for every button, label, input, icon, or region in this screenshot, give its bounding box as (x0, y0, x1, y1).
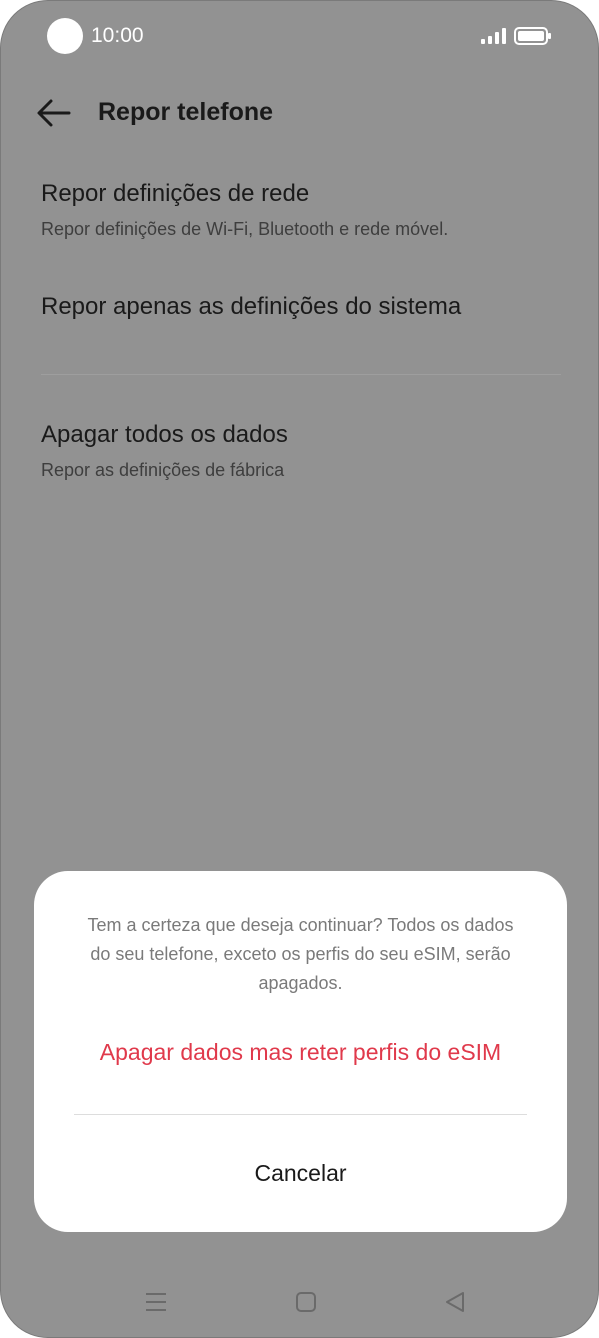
back-icon[interactable] (441, 1288, 469, 1316)
list-item-subtitle: Repor as definições de fábrica (41, 460, 285, 480)
list-item-reset-network[interactable]: Repor definições de rede Repor definiçõe… (41, 179, 561, 241)
list-item-subtitle: Repor definições de Wi-Fi, Bluetooth e r… (41, 219, 449, 239)
home-icon[interactable] (292, 1288, 320, 1316)
list-item-reset-system-settings[interactable]: Repor apenas as definições do sistema (41, 292, 561, 322)
dialog-divider (74, 1114, 527, 1115)
confirmation-dialog: Tem a certeza que deseja continuar? Todo… (34, 871, 567, 1232)
cancel-button[interactable]: Cancelar (54, 1160, 547, 1187)
battery-icon (514, 27, 551, 45)
signal-icon (481, 28, 506, 44)
phone-screen: 10:00 Repor telefone Repor definições de… (0, 0, 599, 1338)
list-item-erase-all-data[interactable]: Apagar todos os dados Repor as definiçõe… (41, 420, 561, 482)
menu-icon[interactable] (142, 1288, 170, 1316)
arrow-left-icon[interactable] (31, 95, 75, 131)
dialog-message: Tem a certeza que deseja continuar? Todo… (87, 915, 514, 993)
page-title: Repor telefone (98, 98, 274, 126)
list-divider (41, 374, 561, 375)
status-bar: 10:00 (1, 1, 598, 71)
camera-cutout (47, 18, 83, 54)
status-time: 10:00 (91, 24, 144, 47)
app-header: Repor telefone (1, 81, 598, 145)
erase-keep-esim-button[interactable]: Apagar dados mas reter perfis do eSIM (54, 1039, 547, 1066)
list-item-title: Repor definições de rede (41, 180, 310, 207)
list-item-title: Repor apenas as definições do sistema (41, 293, 462, 320)
list-item-title: Apagar todos os dados (41, 421, 288, 448)
